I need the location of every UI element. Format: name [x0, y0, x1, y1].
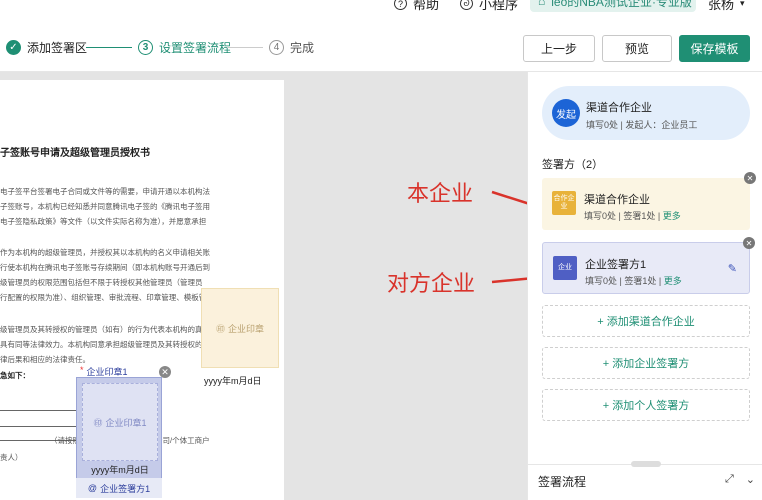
underline — [0, 426, 82, 427]
signers-title: 签署方（2） — [542, 159, 604, 171]
user-menu[interactable]: 张杨 ▾ — [708, 0, 745, 12]
remove-signer-icon[interactable]: ✕ — [743, 237, 755, 249]
team-switcher[interactable]: ⌂ leo的NBA测试企业·专业版 — [530, 0, 696, 12]
at-icon: @ — [87, 483, 98, 493]
document-line: 电子签平台签署电子合同或文件等的需要，申请开通以本机构法 — [0, 187, 210, 196]
signer-card-self[interactable]: 合作企业 渠道合作企业 填写0处 | 签署1处 | 更多 ✕ — [542, 172, 756, 230]
document-line: 行使本机构在腾讯电子签账号存续期间（即本机构账号开通后到 — [0, 263, 210, 272]
step-bar: ✓ 添加签署区 3 设置签署流程 4 完成 上一步 预览 保存模板 — [0, 24, 762, 72]
annotation-counterparty: 对方企业 — [387, 272, 476, 297]
step-connector — [227, 47, 263, 48]
signer-card-counterparty[interactable]: 企业 企业签署方1 填写0处 | 签署1处 | 更多 ✎ ✕ — [542, 237, 755, 294]
document-line: 行配置的权限为准）、组织管理、审批流程、印章管理、模板管 — [0, 293, 207, 302]
help-link[interactable]: ? 帮助 — [394, 0, 439, 12]
document-line: 级管理员及其转授权的管理员（如有）的行为代表本机构的真实 — [0, 325, 210, 334]
miniprogram-link[interactable]: ᘐ 小程序 — [460, 0, 518, 12]
seal-label: 企业印章 — [228, 323, 265, 334]
selected-seal-field[interactable]: ㊞ 企业印章1 yyyy年m月d日 — [76, 377, 162, 483]
document-title: 子签账号申请及超级管理员授权书 — [0, 148, 150, 159]
collapse-chevron-icon[interactable]: ⌄ — [746, 473, 755, 486]
seal-inner-label: 企业印章1 — [105, 417, 147, 428]
company-icon: 企业 — [553, 256, 577, 280]
chevron-down-icon: ▾ — [740, 0, 745, 8]
more-link[interactable]: 更多 — [663, 211, 681, 221]
miniprogram-label: 小程序 — [479, 0, 519, 12]
signing-flow-title: 签署流程 — [538, 475, 587, 489]
seal-date: yyyy年m月d日 — [91, 465, 149, 475]
step-add-sign-area[interactable]: ✓ 添加签署区 — [6, 39, 87, 56]
more-link[interactable]: 更多 — [664, 276, 682, 286]
prev-button[interactable]: 上一步 — [523, 35, 595, 62]
right-panel: 发起 渠道合作企业 填写0处 | 发起人：企业员工 签署方（2） 合作企业 渠道… — [527, 72, 762, 500]
seal-date: yyyy年m月d日 — [204, 376, 262, 386]
initiator-name: 渠道合作企业 — [586, 102, 652, 114]
preview-button[interactable]: 预览 — [602, 35, 672, 62]
company-seal-placeholder[interactable]: ㊞ 企业印章 — [201, 288, 279, 368]
seal-signer-name: 企业签署方1 — [100, 483, 151, 494]
user-name: 张杨 — [708, 0, 735, 12]
signing-flow-section: 签署流程 ⤢ ⌄ — [528, 461, 762, 500]
signer-sub-text: 填写0处 | 签署1处 | — [584, 211, 663, 221]
expand-icon[interactable]: ⤢ — [725, 473, 734, 486]
annotation-self-company: 本企业 — [407, 182, 474, 207]
initiator-sub: 填写0处 | 发起人：企业员工 — [586, 120, 698, 130]
document-line: 具有同等法律效力。本机构同意承担超级管理员及其转授权的管 — [0, 340, 210, 349]
step-number: 3 — [138, 40, 153, 55]
underline — [0, 410, 82, 411]
step-finish: 4 完成 — [269, 39, 314, 56]
top-bar: ? 帮助 ᘐ 小程序 ⌂ leo的NBA测试企业·专业版 张杨 ▾ — [0, 0, 762, 12]
step-set-flow[interactable]: 3 设置签署流程 — [138, 39, 231, 56]
document-line: 级管理员的权限范围包括但不限于转授权其他管理员（管理员 — [0, 278, 203, 287]
signer-sub: 填写0处 | 签署1处 | 更多 — [584, 209, 681, 222]
partner-company-icon: 合作企业 — [552, 191, 576, 215]
step-number: 4 — [269, 40, 284, 55]
document-line: 电子签隐私政策》等文件（以文件实际名称为准），并愿意承担 — [0, 217, 207, 226]
initiator-card[interactable]: 发起 渠道合作企业 填写0处 | 发起人：企业员工 — [542, 86, 750, 140]
remove-signer-icon[interactable]: ✕ — [744, 172, 756, 184]
initiator-badge: 发起 — [552, 99, 580, 127]
seal-icon: ㊞ — [215, 323, 225, 334]
step-label: 完成 — [290, 41, 315, 55]
document-line: 急如下： — [0, 371, 30, 380]
miniprogram-icon: ᘐ — [460, 0, 473, 10]
step-label: 添加签署区 — [27, 41, 88, 55]
signer-sub-text: 填写0处 | 签署1处 | — [585, 276, 664, 286]
add-company-signer-button[interactable]: + 添加企业签署方 — [542, 347, 750, 379]
seal-signer-tag: @ 企业签署方1 — [76, 478, 162, 498]
signer-name: 企业签署方1 — [585, 259, 647, 271]
edit-pencil-icon[interactable]: ✎ — [728, 262, 737, 275]
help-label: 帮助 — [413, 0, 440, 12]
document-line: 作为本机构的超级管理员，并授权其以本机构的名义申请相关账 — [0, 248, 210, 257]
drag-handle[interactable] — [631, 461, 661, 467]
team-icon: ⌂ — [538, 0, 546, 8]
add-personal-signer-button[interactable]: + 添加个人签署方 — [542, 389, 750, 421]
team-name: leo的NBA测试企业·专业版 — [551, 0, 692, 9]
document-canvas[interactable]: 子签账号申请及超级管理员授权书 电子签平台签署电子合同或文件等的需要，申请开通以… — [0, 72, 527, 500]
step-label: 设置签署流程 — [159, 41, 232, 55]
document-line: 律后果和相应的法律责任。 — [0, 355, 90, 364]
save-template-button[interactable]: 保存模板 — [679, 35, 750, 62]
seal-icon: ㊞ — [93, 417, 103, 428]
add-partner-company-button[interactable]: + 添加渠道合作企业 — [542, 305, 750, 337]
seal-inner-area: ㊞ 企业印章1 — [82, 383, 158, 461]
signer-name: 渠道合作企业 — [584, 194, 650, 206]
check-icon: ✓ — [6, 40, 21, 55]
step-connector — [86, 47, 132, 48]
document-line: 子签账号，本机构已经知悉并同意腾讯电子签的《腾讯电子签用 — [0, 202, 210, 211]
document-note: 责人） — [0, 453, 23, 462]
signer-sub: 填写0处 | 签署1处 | 更多 — [585, 274, 682, 287]
help-icon: ? — [394, 0, 407, 10]
flow-toolbar: ⤢ ⌄ — [725, 473, 755, 486]
